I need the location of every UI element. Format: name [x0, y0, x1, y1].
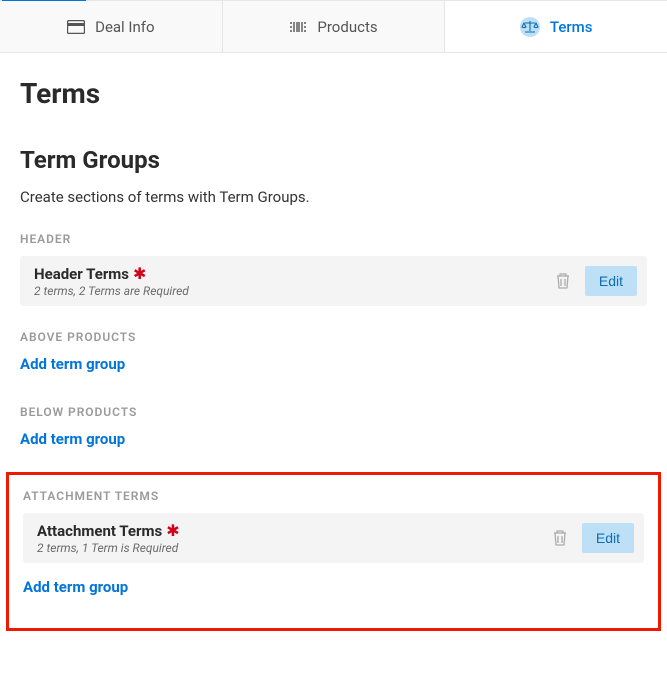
page-body: Terms Term Groups Create sections of ter… [0, 53, 667, 641]
group-label-header: HEADER [20, 232, 647, 246]
group-label-above-products: ABOVE PRODUCTS [20, 330, 647, 344]
required-star-icon: ✱ [166, 523, 179, 539]
add-term-group-link[interactable]: Add term group [20, 355, 125, 373]
tab-indicator [2, 0, 86, 1]
group-below-products: BELOW PRODUCTS Add term group [20, 405, 647, 448]
tab-products[interactable]: Products [223, 1, 446, 52]
card-actions: Edit [552, 523, 634, 553]
barcode-icon [289, 20, 307, 34]
add-term-group-link[interactable]: Add term group [23, 578, 128, 596]
section-desc: Create sections of terms with Term Group… [20, 188, 647, 206]
term-group-card: Header Terms ✱ 2 terms, 2 Terms are Requ… [20, 256, 647, 306]
card-actions: Edit [555, 266, 637, 296]
group-label-attachment-terms: ATTACHMENT TERMS [23, 489, 644, 503]
card-title-text: Attachment Terms [37, 522, 162, 540]
highlight-attachment-terms: ATTACHMENT TERMS Attachment Terms ✱ 2 te… [6, 472, 661, 631]
card-main: Attachment Terms ✱ 2 terms, 1 Term is Re… [37, 521, 552, 555]
scales-icon [520, 17, 540, 37]
card-subtitle: 2 terms, 1 Term is Required [37, 541, 552, 555]
group-above-products: ABOVE PRODUCTS Add term group [20, 330, 647, 373]
group-label-below-products: BELOW PRODUCTS [20, 405, 647, 419]
add-term-group-link[interactable]: Add term group [20, 430, 125, 448]
tab-label: Terms [550, 18, 593, 36]
edit-button[interactable]: Edit [582, 523, 634, 553]
section-title-term-groups: Term Groups [20, 146, 647, 174]
required-star-icon: ✱ [133, 266, 146, 282]
card-icon [67, 20, 85, 34]
card-title: Attachment Terms ✱ [37, 522, 180, 540]
tab-strip: Deal Info Products Terms [0, 0, 667, 53]
card-main: Header Terms ✱ 2 terms, 2 Terms are Requ… [34, 264, 555, 298]
page-title: Terms [20, 77, 647, 110]
tab-label: Products [317, 18, 377, 36]
group-header: HEADER Header Terms ✱ 2 terms, 2 Terms a… [20, 232, 647, 306]
card-subtitle: 2 terms, 2 Terms are Required [34, 284, 555, 298]
edit-button[interactable]: Edit [585, 266, 637, 296]
trash-icon[interactable] [552, 529, 568, 547]
tab-label: Deal Info [95, 18, 154, 36]
group-attachment-terms: ATTACHMENT TERMS Attachment Terms ✱ 2 te… [23, 489, 644, 596]
trash-icon[interactable] [555, 272, 571, 290]
card-title: Header Terms ✱ [34, 265, 146, 283]
tab-terms[interactable]: Terms [445, 1, 667, 52]
tab-deal-info[interactable]: Deal Info [0, 1, 223, 52]
term-group-card: Attachment Terms ✱ 2 terms, 1 Term is Re… [23, 513, 644, 563]
card-title-text: Header Terms [34, 265, 129, 283]
